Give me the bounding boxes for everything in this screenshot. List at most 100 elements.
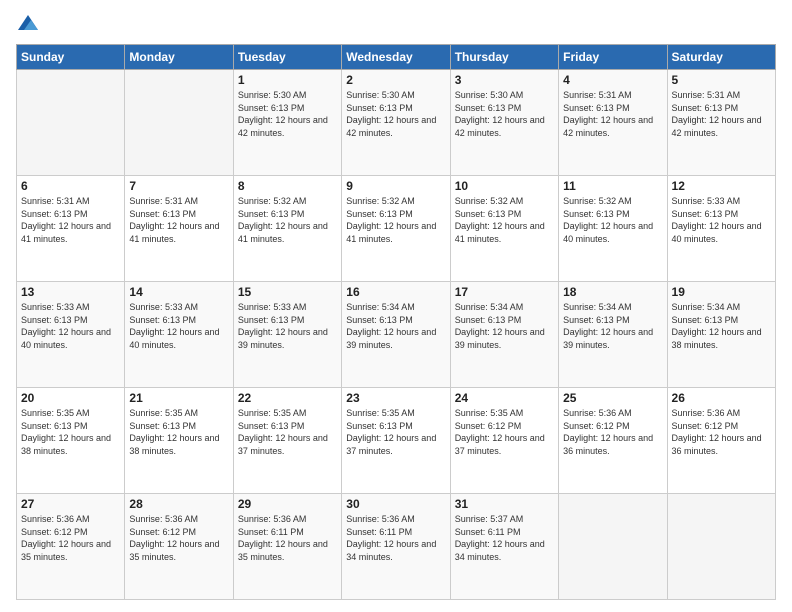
day-number: 1 (238, 73, 337, 87)
day-number: 16 (346, 285, 445, 299)
day-number: 3 (455, 73, 554, 87)
calendar-cell: 22 Sunrise: 5:35 AM Sunset: 6:13 PM Dayli… (233, 388, 341, 494)
day-info: Sunrise: 5:36 AM Sunset: 6:11 PM Dayligh… (238, 513, 337, 563)
day-info: Sunrise: 5:36 AM Sunset: 6:11 PM Dayligh… (346, 513, 445, 563)
day-number: 10 (455, 179, 554, 193)
day-info: Sunrise: 5:33 AM Sunset: 6:13 PM Dayligh… (672, 195, 771, 245)
day-info: Sunrise: 5:36 AM Sunset: 6:12 PM Dayligh… (129, 513, 228, 563)
header (16, 12, 776, 36)
logo (16, 12, 44, 36)
calendar-cell: 18 Sunrise: 5:34 AM Sunset: 6:13 PM Dayli… (559, 282, 667, 388)
day-number: 6 (21, 179, 120, 193)
day-info: Sunrise: 5:32 AM Sunset: 6:13 PM Dayligh… (563, 195, 662, 245)
day-number: 12 (672, 179, 771, 193)
day-info: Sunrise: 5:36 AM Sunset: 6:12 PM Dayligh… (563, 407, 662, 457)
day-info: Sunrise: 5:35 AM Sunset: 6:12 PM Dayligh… (455, 407, 554, 457)
calendar-cell: 14 Sunrise: 5:33 AM Sunset: 6:13 PM Dayli… (125, 282, 233, 388)
calendar-cell (667, 494, 775, 600)
day-number: 28 (129, 497, 228, 511)
day-info: Sunrise: 5:32 AM Sunset: 6:13 PM Dayligh… (238, 195, 337, 245)
calendar-cell: 4 Sunrise: 5:31 AM Sunset: 6:13 PM Daylig… (559, 70, 667, 176)
day-info: Sunrise: 5:31 AM Sunset: 6:13 PM Dayligh… (563, 89, 662, 139)
day-info: Sunrise: 5:34 AM Sunset: 6:13 PM Dayligh… (563, 301, 662, 351)
day-info: Sunrise: 5:35 AM Sunset: 6:13 PM Dayligh… (238, 407, 337, 457)
day-number: 8 (238, 179, 337, 193)
day-number: 22 (238, 391, 337, 405)
day-info: Sunrise: 5:34 AM Sunset: 6:13 PM Dayligh… (346, 301, 445, 351)
day-number: 14 (129, 285, 228, 299)
day-number: 11 (563, 179, 662, 193)
calendar-cell: 13Sunrise: 5:33 AM Sunset: 6:13 PM Dayli… (17, 282, 125, 388)
day-info: Sunrise: 5:31 AM Sunset: 6:13 PM Dayligh… (21, 195, 120, 245)
calendar-day-header: Tuesday (233, 45, 341, 70)
calendar-cell: 9 Sunrise: 5:32 AM Sunset: 6:13 PM Daylig… (342, 176, 450, 282)
calendar-table: SundayMondayTuesdayWednesdayThursdayFrid… (16, 44, 776, 600)
calendar-day-header: Wednesday (342, 45, 450, 70)
page: SundayMondayTuesdayWednesdayThursdayFrid… (0, 0, 792, 612)
calendar-cell: 7 Sunrise: 5:31 AM Sunset: 6:13 PM Daylig… (125, 176, 233, 282)
day-number: 23 (346, 391, 445, 405)
day-number: 9 (346, 179, 445, 193)
calendar-cell: 25Sunrise: 5:36 AM Sunset: 6:12 PM Dayli… (559, 388, 667, 494)
day-number: 2 (346, 73, 445, 87)
calendar-cell: 26Sunrise: 5:36 AM Sunset: 6:12 PM Dayli… (667, 388, 775, 494)
calendar-cell: 11 Sunrise: 5:32 AM Sunset: 6:13 PM Dayli… (559, 176, 667, 282)
calendar-cell: 6 Sunrise: 5:31 AM Sunset: 6:13 PM Daylig… (17, 176, 125, 282)
calendar-cell: 1 Sunrise: 5:30 AM Sunset: 6:13 PM Daylig… (233, 70, 341, 176)
day-info: Sunrise: 5:35 AM Sunset: 6:13 PM Dayligh… (346, 407, 445, 457)
calendar-cell: 30 Sunrise: 5:36 AM Sunset: 6:11 PM Dayli… (342, 494, 450, 600)
calendar-day-header: Thursday (450, 45, 558, 70)
day-number: 17 (455, 285, 554, 299)
day-info: Sunrise: 5:36 AM Sunset: 6:12 PM Dayligh… (672, 407, 771, 457)
calendar-cell: 21Sunrise: 5:35 AM Sunset: 6:13 PM Dayli… (125, 388, 233, 494)
calendar-cell: 16 Sunrise: 5:34 AM Sunset: 6:13 PM Dayli… (342, 282, 450, 388)
calendar-cell: 19 Sunrise: 5:34 AM Sunset: 6:13 PM Dayli… (667, 282, 775, 388)
day-info: Sunrise: 5:36 AM Sunset: 6:12 PM Dayligh… (21, 513, 120, 563)
calendar-week-row: 1 Sunrise: 5:30 AM Sunset: 6:13 PM Daylig… (17, 70, 776, 176)
calendar-cell: 24 Sunrise: 5:35 AM Sunset: 6:12 PM Dayli… (450, 388, 558, 494)
day-info: Sunrise: 5:30 AM Sunset: 6:13 PM Dayligh… (455, 89, 554, 139)
calendar-cell: 15Sunrise: 5:33 AM Sunset: 6:13 PM Dayli… (233, 282, 341, 388)
calendar-cell: 29Sunrise: 5:36 AM Sunset: 6:11 PM Dayli… (233, 494, 341, 600)
calendar-cell: 20 Sunrise: 5:35 AM Sunset: 6:13 PM Dayli… (17, 388, 125, 494)
day-info: Sunrise: 5:32 AM Sunset: 6:13 PM Dayligh… (346, 195, 445, 245)
calendar-cell: 28 Sunrise: 5:36 AM Sunset: 6:12 PM Dayli… (125, 494, 233, 600)
calendar-day-header: Monday (125, 45, 233, 70)
day-info: Sunrise: 5:34 AM Sunset: 6:13 PM Dayligh… (455, 301, 554, 351)
day-number: 31 (455, 497, 554, 511)
calendar-day-header: Sunday (17, 45, 125, 70)
day-number: 30 (346, 497, 445, 511)
calendar-week-row: 27 Sunrise: 5:36 AM Sunset: 6:12 PM Dayli… (17, 494, 776, 600)
calendar-cell (17, 70, 125, 176)
logo-icon (16, 12, 40, 36)
day-info: Sunrise: 5:30 AM Sunset: 6:13 PM Dayligh… (346, 89, 445, 139)
day-info: Sunrise: 5:33 AM Sunset: 6:13 PM Dayligh… (21, 301, 120, 351)
day-number: 4 (563, 73, 662, 87)
day-number: 7 (129, 179, 228, 193)
day-info: Sunrise: 5:31 AM Sunset: 6:13 PM Dayligh… (129, 195, 228, 245)
day-number: 19 (672, 285, 771, 299)
calendar-cell: 27 Sunrise: 5:36 AM Sunset: 6:12 PM Dayli… (17, 494, 125, 600)
calendar-day-header: Saturday (667, 45, 775, 70)
day-number: 24 (455, 391, 554, 405)
day-info: Sunrise: 5:32 AM Sunset: 6:13 PM Dayligh… (455, 195, 554, 245)
day-info: Sunrise: 5:34 AM Sunset: 6:13 PM Dayligh… (672, 301, 771, 351)
day-number: 27 (21, 497, 120, 511)
day-info: Sunrise: 5:37 AM Sunset: 6:11 PM Dayligh… (455, 513, 554, 563)
day-info: Sunrise: 5:30 AM Sunset: 6:13 PM Dayligh… (238, 89, 337, 139)
day-info: Sunrise: 5:33 AM Sunset: 6:13 PM Dayligh… (129, 301, 228, 351)
day-info: Sunrise: 5:35 AM Sunset: 6:13 PM Dayligh… (21, 407, 120, 457)
calendar-cell: 2 Sunrise: 5:30 AM Sunset: 6:13 PM Daylig… (342, 70, 450, 176)
calendar-cell (559, 494, 667, 600)
day-number: 18 (563, 285, 662, 299)
day-number: 20 (21, 391, 120, 405)
calendar-cell: 12 Sunrise: 5:33 AM Sunset: 6:13 PM Dayli… (667, 176, 775, 282)
calendar-cell (125, 70, 233, 176)
calendar-cell: 17 Sunrise: 5:34 AM Sunset: 6:13 PM Dayli… (450, 282, 558, 388)
calendar-week-row: 6 Sunrise: 5:31 AM Sunset: 6:13 PM Daylig… (17, 176, 776, 282)
day-info: Sunrise: 5:33 AM Sunset: 6:13 PM Dayligh… (238, 301, 337, 351)
calendar-cell: 31 Sunrise: 5:37 AM Sunset: 6:11 PM Dayli… (450, 494, 558, 600)
calendar-cell: 8 Sunrise: 5:32 AM Sunset: 6:13 PM Daylig… (233, 176, 341, 282)
calendar-cell: 3 Sunrise: 5:30 AM Sunset: 6:13 PM Daylig… (450, 70, 558, 176)
calendar-day-header: Friday (559, 45, 667, 70)
